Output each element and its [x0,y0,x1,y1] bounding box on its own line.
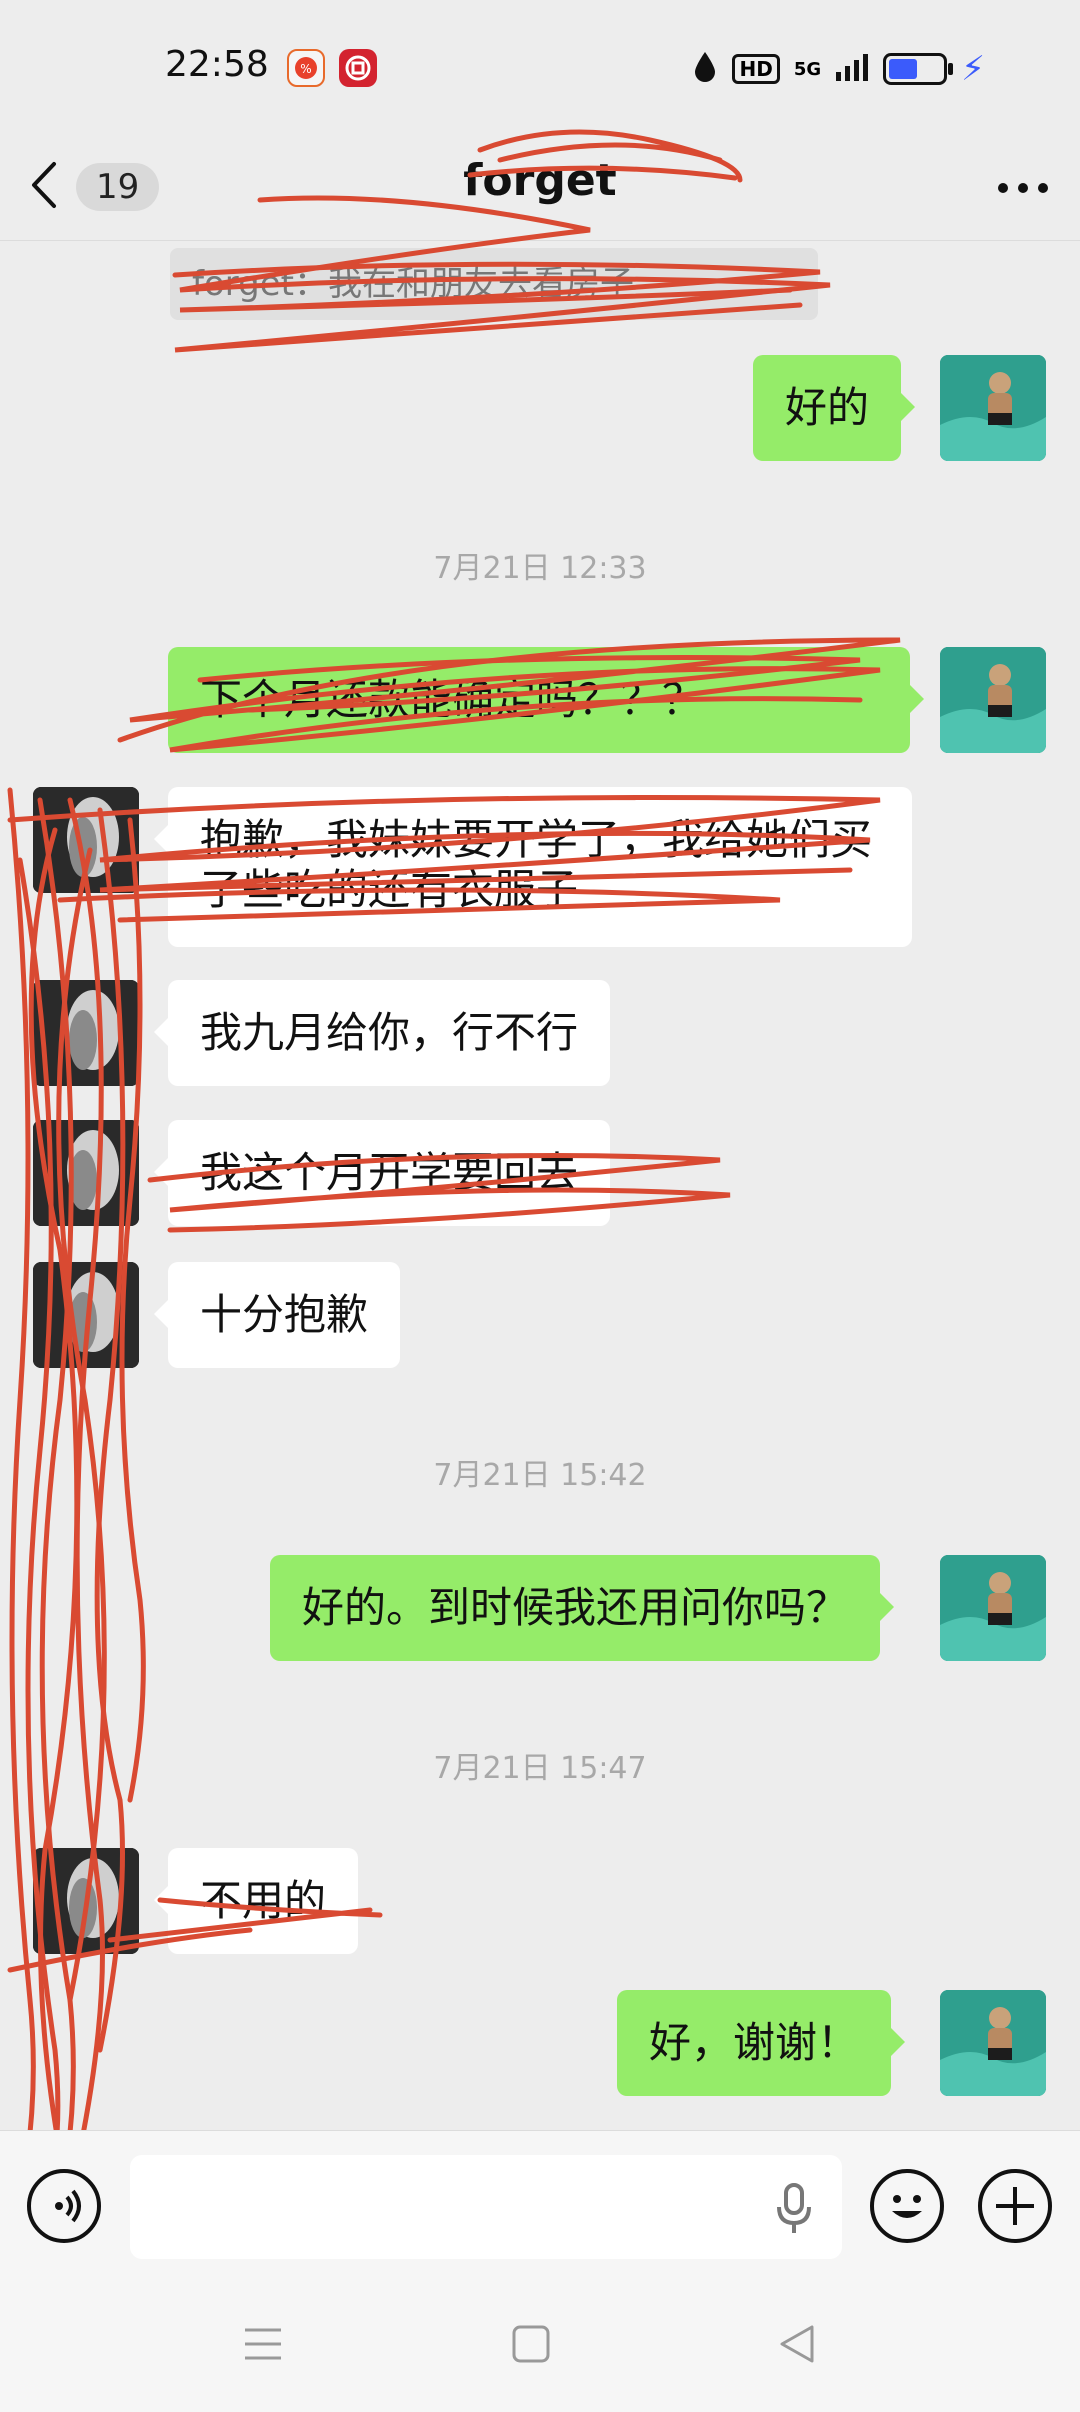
avatar[interactable] [33,1120,139,1226]
svg-text:%: % [300,62,311,76]
battery-icon [883,53,954,85]
message-text: 我九月给你，行不行 [200,1008,579,1057]
chat-title: forget [463,155,617,206]
more-dots-icon [988,183,1058,217]
message-bubble-other[interactable]: 我这个月开学要回去 [153,1120,611,1226]
status-bar: 22:58 % HD 5G ⚡ [0,0,1080,135]
emoji-button[interactable] [870,2169,944,2243]
drop-icon [692,50,718,88]
quoted-message[interactable]: forget：我在和朋友去看房子 [170,248,818,320]
voice-mode-icon [31,2189,97,2243]
message-bubble-mine[interactable]: 好的。到时候我还用问你吗？ [270,1555,895,1661]
hd-badge: HD [732,54,780,84]
message-bubble-other[interactable]: 不用的 [153,1848,359,1954]
message-text: 好的。到时候我还用问你吗？ [302,1583,849,1632]
message-text: 我这个月开学要回去 [200,1148,579,1197]
message-bubble-other[interactable]: 抱歉，我妹妹要开学了，我给她们买了些吃的还有衣服子 [154,787,912,947]
charging-icon: ⚡ [961,49,985,89]
message-text: 不用的 [200,1876,327,1925]
emoji-icon [874,2195,940,2243]
avatar[interactable] [33,787,139,893]
message-text: 好的 [785,383,870,432]
plus-icon [982,2187,1048,2243]
message-text: 下个月还款能确定吗？？？ [200,675,705,724]
timestamp: 7月21日 12:33 [433,551,647,586]
signal-icon [835,52,869,86]
system-nav-bar [0,2280,1080,2412]
avatar[interactable] [33,1262,139,1368]
timestamp: 7月21日 15:47 [433,1751,647,1786]
message-bubble-mine[interactable]: 好，谢谢！ [617,1990,906,2096]
avatar[interactable] [33,980,139,1086]
message-bubble-other[interactable]: 我九月给你，行不行 [153,980,611,1086]
message-bubble-mine[interactable]: 下个月还款能确定吗？？？ [168,647,924,753]
chat-header: 19 forget [0,135,1080,241]
message-text: 好，谢谢！ [649,2018,860,2067]
menu-icon[interactable] [243,2326,283,2366]
back-triangle-icon[interactable] [778,2325,816,2367]
avatar[interactable] [940,1990,1046,2096]
home-square-icon[interactable] [512,2325,550,2367]
voice-mode-button[interactable] [27,2169,101,2243]
avatar[interactable] [940,355,1046,461]
avatar[interactable] [940,1555,1046,1661]
microphone-icon [774,2183,814,2239]
microphone-button[interactable] [774,2183,814,2235]
avatar[interactable] [33,1848,139,1954]
message-text: 十分抱歉 [200,1290,369,1339]
timestamp: 7月21日 15:42 [433,1458,647,1493]
bank-app-icon [339,49,377,87]
status-time: 22:58 [165,44,269,85]
app-notification-icon: % [287,49,325,87]
message-input[interactable] [130,2155,842,2259]
message-text: 抱歉，我妹妹要开学了，我给她们买了些吃的还有衣服子 [200,815,873,914]
network-label: 5G [793,58,822,80]
plus-button[interactable] [978,2169,1052,2243]
input-bar [0,2130,1080,2281]
message-bubble-other[interactable]: 十分抱歉 [153,1262,401,1368]
avatar[interactable] [940,647,1046,753]
more-options-button[interactable] [988,163,1058,213]
message-bubble-mine[interactable]: 好的 [753,355,916,461]
